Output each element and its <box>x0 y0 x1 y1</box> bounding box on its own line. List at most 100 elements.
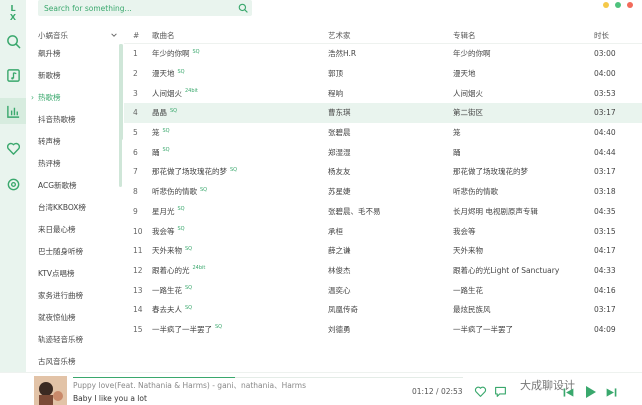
heart-icon[interactable] <box>474 385 487 398</box>
source-item[interactable]: 新歌榜 <box>28 64 122 86</box>
row-album: 漫天地 <box>453 68 594 79</box>
now-playing-title: Puppy love(Feat. Nathania & Harms) - gan… <box>73 381 306 390</box>
row-artist-text: 薛之谦 <box>328 246 351 256</box>
quality-badge: 24bit <box>185 88 198 95</box>
source-item[interactable]: 家务进行曲榜 <box>28 284 122 306</box>
nav-search[interactable] <box>0 28 26 54</box>
table-row[interactable]: 5 笼 SQ 张碧晨笼 04:40 <box>124 123 642 143</box>
row-num-text: 13 <box>133 285 143 295</box>
table-row[interactable]: 11 天外来物 SQ 薛之谦 天外来物 04:17 <box>124 241 642 261</box>
source-item[interactable]: 台湾KKBOX榜 <box>28 196 122 218</box>
col-title-header: 歌曲名 <box>152 31 175 40</box>
source-item-label: ACG新歌榜 <box>38 180 77 190</box>
album-cover[interactable] <box>34 376 67 405</box>
source-item[interactable]: 热评榜 <box>28 152 122 174</box>
prev-icon[interactable] <box>562 386 575 399</box>
close-button[interactable] <box>627 2 633 8</box>
row-duration: 04:17 <box>594 246 634 255</box>
table-row[interactable]: 8 听悲伤的情歌 SQ 苏星婕 听悲伤的情歌 03:18 <box>124 182 642 202</box>
table-row[interactable]: 14 春去夫人 SQ 凤凰传奇 最炫民族风 03:17 <box>124 300 642 320</box>
row-num: 1 <box>124 49 150 58</box>
source-selector-label: 小蜗音乐 <box>38 30 68 40</box>
row-artist: 刘德勇 <box>328 324 453 335</box>
source-item[interactable]: 古风音乐榜 <box>28 350 122 372</box>
source-item[interactable]: 就夜惊仙榜 <box>28 306 122 328</box>
heart-icon <box>6 142 20 155</box>
row-album: 踊 <box>453 147 594 158</box>
row-artist: 曹东琪 <box>328 107 453 118</box>
row-duration-text: 04:17 <box>594 246 616 256</box>
row-title: 一路生花 SQ <box>150 285 328 296</box>
source-item[interactable]: 轨迹轻音乐榜 <box>28 328 122 350</box>
nav-favorites[interactable] <box>0 135 26 161</box>
table-row[interactable]: 4 晶晶 SQ 曹东琪 第二街区 03:17 <box>124 103 642 123</box>
table-row[interactable]: 13 一路生花 SQ 温奕心 一路生花 04:16 <box>124 280 642 300</box>
nav-settings[interactable] <box>0 171 26 197</box>
row-title-text: 踊 <box>152 147 160 157</box>
table-row[interactable]: 9 星月光 SQ 张碧晨、毛不易 长月烬明 电视剧原声专辑 04:35 <box>124 202 642 222</box>
search-icon[interactable] <box>238 3 248 13</box>
comment-icon[interactable] <box>494 385 507 398</box>
row-duration: 03:17 <box>594 108 634 117</box>
row-title-text: 我会等 <box>152 226 175 236</box>
source-item[interactable]: 巴士随身听榜 <box>28 240 122 262</box>
row-artist-text: 浩然H.R <box>328 49 357 59</box>
settings-icon <box>7 178 19 190</box>
row-duration: 04:40 <box>594 128 634 137</box>
app-logo: L X <box>9 4 21 22</box>
album-cover-art <box>34 376 67 405</box>
row-title: 春去夫人 SQ <box>150 304 328 315</box>
row-title: 我会等 SQ <box>150 226 328 237</box>
source-selector[interactable]: 小蜗音乐 <box>28 28 122 42</box>
row-artist: 杨友友 <box>328 166 453 177</box>
progress-bar[interactable] <box>73 377 463 378</box>
next-icon[interactable] <box>605 386 618 399</box>
nav-charts[interactable] <box>0 98 26 124</box>
source-item-label: 就夜惊仙榜 <box>38 312 76 322</box>
time-separator: / <box>436 387 439 396</box>
quality-badge: SQ <box>185 304 193 311</box>
row-album-text: 长月烬明 电视剧原声专辑 <box>453 206 538 216</box>
library-icon <box>6 68 20 82</box>
table-row[interactable]: 1 年少的你啊 SQ 浩然H.R 年少的你啊 03:00 <box>124 44 642 64</box>
source-item-label: 飙升榜 <box>38 48 61 58</box>
table-row[interactable]: 3 人间烟火 24bit 程响 人间烟火 03:53 <box>124 83 642 103</box>
now-playing-lyric: Baby I like you a lot <box>73 394 147 403</box>
table-row[interactable]: 2 漫天地 SQ 郭顶 漫天地 04:00 <box>124 64 642 84</box>
song-table: # 歌曲名 艺术家 专辑名 时长 1 年少的你啊 SQ 浩然H.R 年少的你啊 03:00… <box>120 28 642 372</box>
row-album-text: 漫天地 <box>453 69 476 79</box>
table-header: # 歌曲名 艺术家 专辑名 时长 <box>124 28 642 44</box>
row-num-text: 3 <box>133 88 138 98</box>
nav-library[interactable] <box>0 62 26 88</box>
source-item-label: 古风音乐榜 <box>38 356 76 366</box>
play-icon[interactable] <box>582 384 598 400</box>
source-item[interactable]: 抖音热歌榜 <box>28 108 122 130</box>
row-title-text: 一路生花 <box>152 285 182 295</box>
table-row[interactable]: 12 跟着心的光 24bit 林俊杰 跟着心的光Light of Sanctuary 04… <box>124 261 642 281</box>
source-item-label: 抖音热歌榜 <box>38 114 76 124</box>
row-album: 我会等 <box>453 226 594 237</box>
source-item[interactable]: 热歌榜 <box>28 86 122 108</box>
search-input[interactable] <box>38 0 228 16</box>
table-row[interactable]: 15 一半疯了一半罢了 SQ 刘德勇 一半疯了一半罢了 04:09 <box>124 320 642 340</box>
table-row[interactable]: 7 那花做了场玫瑰花的梦 SQ 杨友友 那花做了场玫瑰花的梦 03:17 <box>124 162 642 182</box>
source-item[interactable]: 转声榜 <box>28 130 122 152</box>
player-bar: Puppy love(Feat. Nathania & Harms) - gan… <box>0 372 642 405</box>
maximize-button[interactable] <box>615 2 621 8</box>
source-item-label: 来日最心榜 <box>38 224 76 234</box>
table-row[interactable]: 6 踊 SQ 郑湿湿踊 04:44 <box>124 142 642 162</box>
row-title-text: 听悲伤的情歌 <box>152 187 197 197</box>
table-row[interactable]: 10 我会等 SQ 承桓 我会等 03:15 <box>124 221 642 241</box>
row-num: 4 <box>124 108 150 117</box>
row-artist-text: 曹东琪 <box>328 108 351 118</box>
minimize-button[interactable] <box>603 2 609 8</box>
row-title: 踊 SQ <box>150 147 328 158</box>
source-item[interactable]: KTV点唱榜 <box>28 262 122 284</box>
quality-badge: SQ <box>185 285 193 292</box>
source-item[interactable]: ACG新歌榜 <box>28 174 122 196</box>
table-scrollbar[interactable] <box>120 44 123 140</box>
source-item[interactable]: 飙升榜 <box>28 42 122 64</box>
source-item[interactable]: 来日最心榜 <box>28 218 122 240</box>
row-title-text: 一半疯了一半罢了 <box>152 324 212 334</box>
row-num: 8 <box>124 187 150 196</box>
